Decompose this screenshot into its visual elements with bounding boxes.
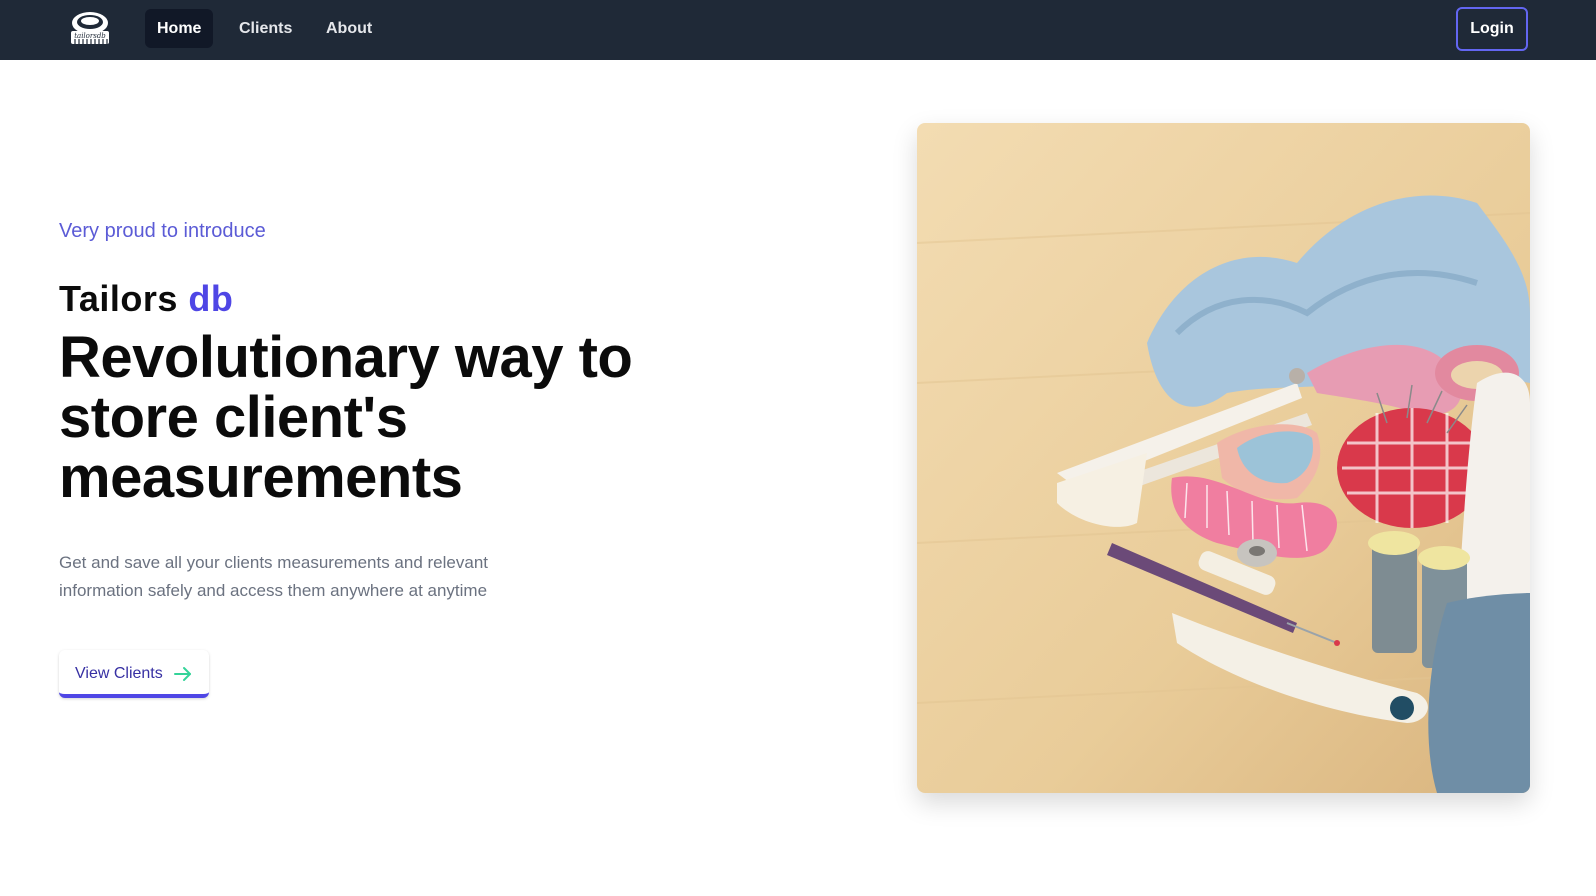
nav-link-home[interactable]: Home [145, 9, 214, 48]
nav-link-about[interactable]: About [314, 9, 384, 48]
hero-eyebrow: Very proud to introduce [59, 220, 266, 242]
brand-name: Tailors db [59, 278, 233, 320]
tailorsdb-logo[interactable]: tailorsdb [66, 9, 114, 49]
nav-link-clients[interactable]: Clients [227, 9, 304, 48]
hero-headline: Revolutionary way to store client's meas… [59, 325, 633, 510]
hero-description: Get and save all your clients measuremen… [59, 553, 489, 600]
brand-prefix: Tailors [59, 278, 178, 319]
view-clients-button[interactable]: View Clients [59, 650, 209, 698]
view-clients-label: View Clients [75, 665, 163, 682]
top-navbar: tailorsdb Home Clients About Login [0, 0, 1596, 60]
brand-accent: db [188, 278, 234, 319]
svg-text:tailorsdb: tailorsdb [74, 32, 106, 40]
arrow-right-icon [173, 664, 193, 684]
login-button[interactable]: Login [1456, 7, 1528, 51]
sewing-tools-image [917, 123, 1530, 793]
